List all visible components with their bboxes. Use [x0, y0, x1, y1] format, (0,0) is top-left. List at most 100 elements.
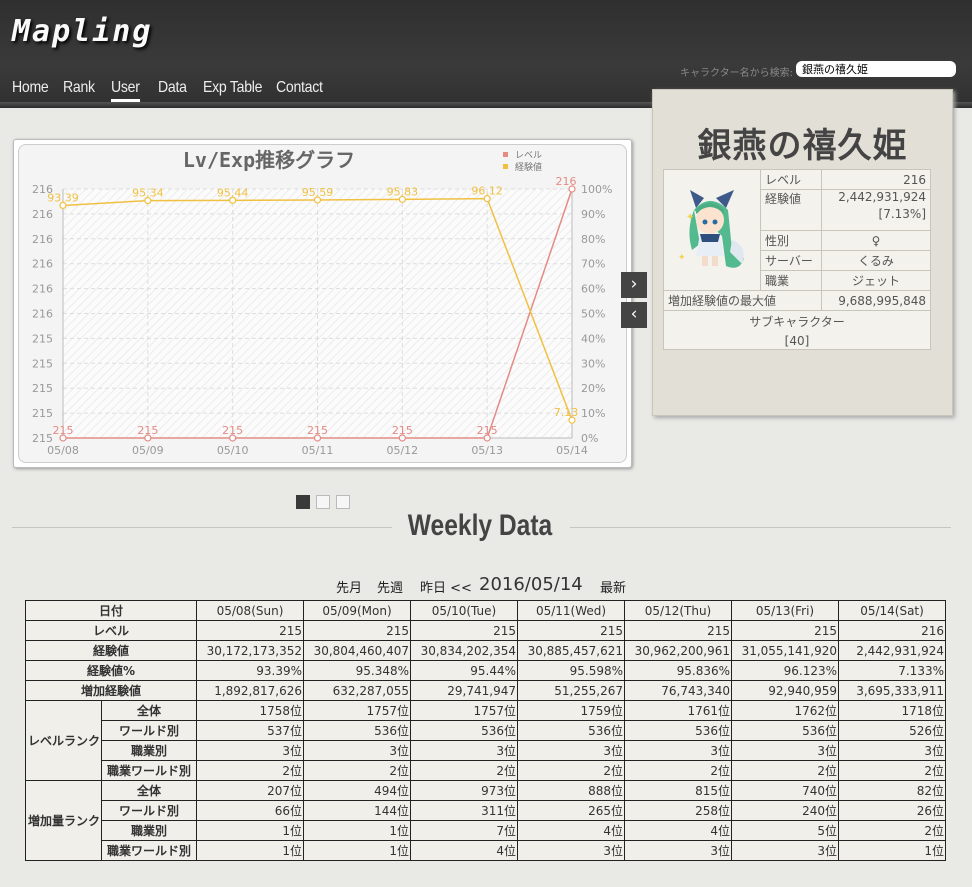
gender-key: 性別 — [760, 230, 822, 251]
data-label: 215 — [137, 424, 158, 437]
prev-week-link[interactable]: 先週 — [377, 577, 403, 596]
group-label: 増加量ランク — [25, 780, 102, 861]
table-cell: 2位 — [303, 760, 411, 781]
table-cell: 3位 — [838, 740, 946, 761]
table-row: 増加量ランク 全体 207位 494位 973位 888位 815位 740位 82位 — [25, 780, 946, 861]
table-cell: 3位 — [517, 740, 625, 761]
data-label: 95.44 — [217, 186, 249, 199]
table-cell: 4位 — [410, 840, 518, 861]
sub-character-link[interactable]: [40] — [668, 334, 926, 348]
carousel-prev-button[interactable]: ‹ — [621, 302, 647, 328]
table-cell: 2位 — [838, 820, 946, 841]
search-input[interactable] — [796, 61, 956, 77]
legend-swatch — [503, 164, 508, 169]
svg-text:✦: ✦ — [686, 212, 694, 223]
profile-table: ✦ ✦ レベル 216 経験値 2,442,931,924 [7.13%] 性別… — [663, 169, 931, 350]
table-cell: 215 — [731, 620, 839, 641]
exp-cell: 2,442,931,924 [7.13%] — [821, 189, 931, 231]
pager-dot-1[interactable] — [296, 495, 310, 509]
x-tick-label: 05/09 — [132, 444, 164, 457]
y-tick-right: 50% — [581, 308, 605, 321]
data-label: 95.83 — [387, 185, 419, 198]
y-tick-right: 10% — [581, 407, 605, 420]
pager-dot-3[interactable] — [336, 495, 350, 509]
table-cell: 5位 — [731, 820, 839, 841]
table-cell: 30,962,200,961 — [624, 640, 732, 661]
y-tick-right: 40% — [581, 332, 605, 345]
table-cell: 95.44% — [410, 660, 518, 681]
prev-month-link[interactable]: 先月 — [336, 577, 362, 596]
table-cell: 2,442,931,924 — [838, 640, 946, 661]
date-header: 05/12(Thu) — [624, 600, 732, 621]
latest-link[interactable]: 最新 — [600, 577, 626, 596]
pager-dot-2[interactable] — [316, 495, 330, 509]
table-cell: 258位 — [624, 800, 732, 821]
nav-contact[interactable]: Contact — [276, 79, 323, 97]
table-cell: 29,741,947 — [410, 680, 518, 701]
exp-percent: [7.13%] — [878, 207, 926, 221]
table-row: レベル 215 215 215 215 215 215 216 — [25, 620, 946, 641]
date-header: 05/10(Tue) — [410, 600, 518, 621]
table-cell: 3,695,333,911 — [838, 680, 946, 701]
group-label: レベルランク — [25, 700, 102, 781]
table-cell: 3位 — [517, 840, 625, 861]
table-cell: 2位 — [731, 760, 839, 781]
table-cell: 3位 — [196, 740, 304, 761]
table-row: 職業別 3位 3位 3位 3位 3位 3位 3位 — [26, 740, 946, 761]
nav-home[interactable]: Home — [12, 79, 49, 97]
row-label: レベル — [25, 620, 197, 641]
nav-user[interactable]: User — [111, 79, 140, 102]
table-cell: 1757位 — [410, 700, 518, 721]
table-cell: 1位 — [838, 840, 946, 861]
y-tick-right: 90% — [581, 208, 605, 221]
y-tick-left: 216 — [32, 283, 53, 296]
y-tick-left: 216 — [32, 308, 53, 321]
site-logo[interactable]: Mapling — [12, 14, 152, 49]
table-cell: 144位 — [303, 800, 411, 821]
table-cell: 526位 — [838, 720, 946, 741]
table-cell: 95.348% — [303, 660, 411, 681]
nav-rank[interactable]: Rank — [63, 79, 95, 97]
table-row: 職業ワールド別 1位 1位 4位 3位 3位 3位 1位 — [26, 840, 946, 861]
table-cell: 82位 — [838, 780, 946, 801]
y-tick-left: 216 — [32, 208, 53, 221]
table-cell: 2位 — [410, 760, 518, 781]
table-cell: 2位 — [624, 760, 732, 781]
table-cell: 215 — [624, 620, 732, 641]
exp-value: 2,442,931,924 — [838, 190, 926, 204]
table-cell: 4位 — [517, 820, 625, 841]
level-key: レベル — [760, 169, 822, 190]
sub-character-cell: サブキャラクター [40] — [663, 310, 931, 350]
data-label: 95.59 — [302, 186, 334, 199]
data-label: 93.39 — [47, 191, 79, 204]
table-cell: 1位 — [303, 820, 411, 841]
table-cell: 1位 — [196, 820, 304, 841]
nav-data[interactable]: Data — [158, 79, 187, 97]
table-cell: 76,743,340 — [624, 680, 732, 701]
data-label: 215 — [392, 424, 413, 437]
row-label: 職業ワールド別 — [101, 840, 197, 861]
date-header: 05/14(Sat) — [838, 600, 946, 621]
data-label: 215 — [477, 424, 498, 437]
y-tick-right: 60% — [581, 283, 605, 296]
table-row: レベルランク 全体 1758位 1757位 1757位 1759位 1761位 1762位 17… — [25, 700, 946, 781]
date-header: 05/08(Sun) — [196, 600, 304, 621]
legend-swatch — [503, 152, 508, 157]
table-cell: 30,172,173,352 — [196, 640, 304, 661]
table-cell: 215 — [303, 620, 411, 641]
nav-exp-table[interactable]: Exp Table — [203, 79, 262, 97]
date-header-label: 日付 — [25, 600, 197, 621]
table-cell: 1位 — [303, 840, 411, 861]
table-cell: 537位 — [196, 720, 304, 741]
yesterday-link[interactable]: 昨日 << — [420, 577, 472, 596]
table-cell: 93.39% — [196, 660, 304, 681]
y-tick-left: 216 — [32, 233, 53, 246]
date-header: 05/09(Mon) — [303, 600, 411, 621]
date-header: 05/11(Wed) — [517, 600, 625, 621]
table-cell: 1,892,817,626 — [196, 680, 304, 701]
max-gain-key: 増加経験値の最大値 — [663, 290, 822, 311]
carousel-next-button[interactable]: › — [621, 272, 647, 298]
row-label: 全体 — [101, 780, 197, 801]
job-key: 職業 — [760, 270, 822, 291]
search-label: キャラクター名から検索: — [680, 68, 793, 79]
